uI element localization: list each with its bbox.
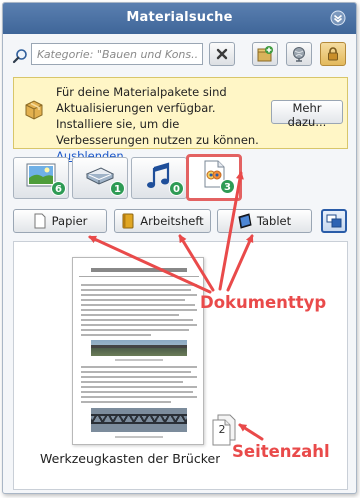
globe-button[interactable] — [286, 42, 312, 66]
doc-type-workbook-button[interactable]: Arbeitsheft — [114, 209, 211, 233]
doc-type-paper-button[interactable]: Papier — [13, 209, 107, 233]
annotation-document-type: Dokumenttyp — [200, 293, 327, 312]
tab-count-badge: 3 — [220, 179, 235, 194]
document-name[interactable]: Werkzeugkasten der Brückenb... — [40, 451, 220, 466]
page-count: 2 — [218, 423, 226, 436]
tablet-icon — [238, 213, 252, 229]
workbook-icon — [122, 213, 134, 229]
annotation-page-number: Seitenzahl — [232, 442, 330, 461]
doc-type-label: Arbeitsheft — [140, 214, 204, 228]
notice-message: Für deine Materialpakete sind Aktualisie… — [56, 85, 259, 147]
search-icon — [12, 49, 27, 64]
collapse-icon[interactable] — [330, 10, 346, 26]
globe-icon — [293, 47, 305, 62]
panel-title: Materialsuche — [126, 10, 233, 25]
more-info-button[interactable]: Mehr dazu... — [271, 100, 343, 129]
tab-audio[interactable]: 0 — [131, 157, 187, 199]
tab-books[interactable]: 1 — [72, 157, 128, 199]
lock-button[interactable] — [320, 42, 346, 66]
tab-images[interactable]: 6 — [13, 157, 69, 199]
layout-toggle-button[interactable] — [321, 209, 347, 233]
notice-text: Für deine Materialpakete sind Aktualisie… — [56, 85, 259, 163]
update-notice: Für deine Materialpakete sind Aktualisie… — [13, 77, 348, 163]
add-package-icon — [257, 46, 273, 62]
tab-count-badge: 1 — [110, 181, 125, 196]
doc-type-label: Papier — [51, 214, 88, 228]
title-bar: Materialsuche — [3, 3, 356, 34]
bridge-photo — [91, 340, 187, 356]
material-search-panel: Materialsuche Kategorie: "Bauen und Kons… — [2, 2, 357, 494]
tab-count-badge: 6 — [51, 181, 66, 196]
add-package-button[interactable] — [252, 42, 278, 66]
clear-icon — [216, 48, 228, 60]
tab-count-badge: 0 — [169, 181, 184, 196]
search-input[interactable] — [31, 43, 203, 65]
lock-icon — [328, 47, 338, 61]
doc-type-tablet-button[interactable]: Tablet — [217, 209, 312, 233]
layout-icon — [326, 214, 342, 228]
search-toolbar — [3, 41, 356, 69]
doc-type-label: Tablet — [256, 214, 292, 228]
document-thumbnail[interactable] — [72, 257, 204, 445]
clear-search-button[interactable] — [209, 42, 235, 66]
package-update-icon — [25, 100, 43, 120]
tab-documents[interactable]: 3 — [186, 154, 242, 201]
paper-icon — [34, 213, 46, 229]
bridge-photo — [91, 408, 187, 432]
